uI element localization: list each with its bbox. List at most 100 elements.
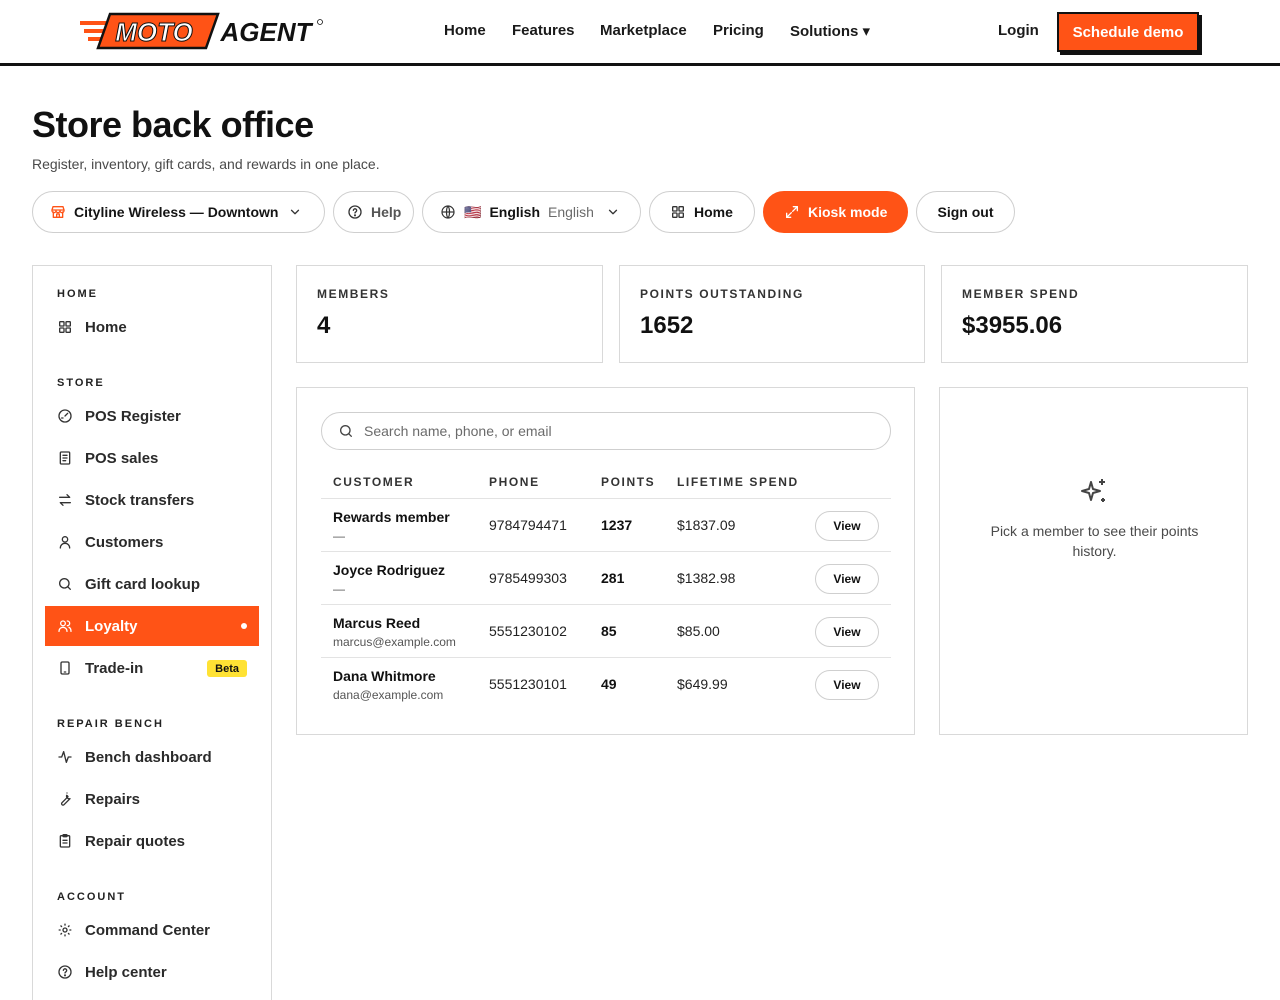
view-button[interactable]: View xyxy=(815,511,879,541)
sidebar-item-label: Repair quotes xyxy=(85,832,186,850)
clipboard-icon xyxy=(59,834,71,848)
table-row[interactable]: Rewards member — 9784794471 1237 $1837.0… xyxy=(321,499,891,552)
view-button[interactable]: View xyxy=(815,670,879,700)
flag-icon: 🇺🇸 xyxy=(464,203,482,220)
column-header-phone: PHONE xyxy=(489,475,540,489)
schedule-demo-button[interactable]: Schedule demo xyxy=(1057,12,1199,52)
sidebar-item-stock-transfers[interactable]: Stock transfers xyxy=(45,480,259,520)
sidebar-item-repair-quotes[interactable]: Repair quotes xyxy=(45,821,259,861)
chevron-down-icon xyxy=(291,209,300,215)
sidebar: HOME Home STORE POS Register POS sales S… xyxy=(32,265,272,1000)
stat-value: 1652 xyxy=(640,312,694,339)
customer-name: Dana Whitmore xyxy=(333,668,436,684)
stat-label: MEMBERS xyxy=(317,287,390,301)
nav-marketplace[interactable]: Marketplace xyxy=(600,22,687,39)
help-circle-icon xyxy=(58,965,72,979)
globe-icon xyxy=(441,205,455,219)
sidebar-item-label: Home xyxy=(85,318,127,336)
home-button-label: Home xyxy=(694,204,733,220)
sidebar-section-store: STORE xyxy=(57,377,105,389)
phone-icon xyxy=(60,661,70,675)
gear-icon xyxy=(58,923,72,937)
sidebar-item-label: Loyalty xyxy=(85,617,138,635)
grid-icon xyxy=(59,321,71,333)
language-english: English xyxy=(548,204,594,220)
nav-solutions-dropdown[interactable]: Solutions ▾ xyxy=(790,22,870,40)
customer-name: Marcus Reed xyxy=(333,615,421,631)
sidebar-item-command-center[interactable]: Command Center xyxy=(45,910,259,950)
sidebar-item-pos-register[interactable]: POS Register xyxy=(45,396,259,436)
column-header-lifetime-spend: LIFETIME SPEND xyxy=(677,475,799,489)
view-button[interactable]: View xyxy=(815,564,879,594)
nav-home[interactable]: Home xyxy=(444,22,486,39)
top-navbar: MOTO AGENT Home Features Marketplace Pri… xyxy=(0,0,1280,66)
stat-value: $3955.06 xyxy=(962,312,1063,339)
customer-points: 49 xyxy=(601,676,617,692)
sidebar-item-repairs[interactable]: Repairs xyxy=(45,779,259,819)
activity-icon xyxy=(58,751,72,763)
customer-name: Joyce Rodriguez xyxy=(333,562,446,578)
sparkles-icon xyxy=(1081,479,1105,502)
table-row[interactable]: Marcus Reed marcus@example.com 555123010… xyxy=(321,605,891,658)
sidebar-item-label: POS sales xyxy=(85,449,159,467)
sign-out-button[interactable]: Sign out xyxy=(916,191,1015,233)
member-detail-panel: Pick a member to see their points histor… xyxy=(939,387,1248,735)
customer-phone: 5551230102 xyxy=(489,623,567,639)
view-button[interactable]: View xyxy=(815,617,879,647)
sidebar-item-label: Gift card lookup xyxy=(85,575,201,593)
svg-text:MOTO: MOTO xyxy=(115,17,193,47)
nav-pricing[interactable]: Pricing xyxy=(713,22,764,39)
beta-badge: Beta xyxy=(207,660,247,677)
customer-name: Rewards member xyxy=(333,509,450,525)
sidebar-item-label: Help center xyxy=(85,963,167,981)
store-selector[interactable]: Cityline Wireless — Downtown xyxy=(32,191,325,233)
customer-email: — xyxy=(333,529,345,543)
customer-points: 85 xyxy=(601,623,617,639)
gauge-icon xyxy=(58,409,72,423)
arrows-icon xyxy=(59,494,71,506)
stat-card-members: MEMBERS 4 xyxy=(296,265,603,363)
sidebar-item-customers[interactable]: Customers xyxy=(45,522,259,562)
column-header-points: POINTS xyxy=(601,475,656,489)
help-button[interactable]: Help xyxy=(333,191,414,233)
sidebar-item-help-center[interactable]: Help center xyxy=(45,952,259,992)
help-circle-icon xyxy=(348,205,362,219)
kiosk-mode-label: Kiosk mode xyxy=(808,204,888,220)
customer-phone: 9785499303 xyxy=(489,570,567,586)
nav-features[interactable]: Features xyxy=(512,22,575,39)
motoagent-logo[interactable]: MOTO AGENT xyxy=(80,12,324,52)
users-icon xyxy=(58,620,72,632)
language-selector[interactable]: 🇺🇸 English English xyxy=(422,191,641,233)
kiosk-mode-button[interactable]: Kiosk mode xyxy=(763,191,908,233)
stat-label: MEMBER SPEND xyxy=(962,287,1080,301)
search-icon xyxy=(58,578,71,590)
sidebar-item-trade-in[interactable]: Trade-in Beta xyxy=(45,648,259,688)
chevron-down-icon xyxy=(608,209,618,215)
customer-email: marcus@example.com xyxy=(333,635,456,649)
home-button[interactable]: Home xyxy=(649,191,755,233)
sidebar-item-label: Stock transfers xyxy=(85,491,195,509)
grid-icon xyxy=(672,206,684,218)
sidebar-item-label: Repairs xyxy=(85,790,141,808)
table-row[interactable]: Joyce Rodriguez — 9785499303 281 $1382.9… xyxy=(321,552,891,605)
sidebar-section-home: HOME xyxy=(57,288,98,300)
sidebar-item-bench-dashboard[interactable]: Bench dashboard xyxy=(45,737,259,777)
member-search-input[interactable]: Search name, phone, or email xyxy=(321,412,891,450)
sidebar-item-loyalty[interactable]: Loyalty xyxy=(45,606,259,646)
sidebar-item-home[interactable]: Home xyxy=(45,307,259,347)
receipt-icon xyxy=(59,451,71,465)
nav-login[interactable]: Login xyxy=(998,22,1039,39)
stat-card-points-outstanding: POINTS OUTSTANDING 1652 xyxy=(619,265,925,363)
table-row[interactable]: Dana Whitmore dana@example.com 555123010… xyxy=(321,658,891,711)
language-native: English xyxy=(489,204,540,220)
page-subtitle: Register, inventory, gift cards, and rew… xyxy=(32,156,380,172)
column-header-customer: CUSTOMER xyxy=(333,475,415,489)
sidebar-item-label: Command Center xyxy=(85,921,211,939)
sidebar-item-pos-sales[interactable]: POS sales xyxy=(45,438,259,478)
stat-value: 4 xyxy=(317,312,331,339)
store-icon xyxy=(51,206,65,218)
page-title: Store back office xyxy=(32,104,314,145)
user-icon xyxy=(59,536,71,549)
sidebar-item-gift-card-lookup[interactable]: Gift card lookup xyxy=(45,564,259,604)
sidebar-item-label: Bench dashboard xyxy=(85,748,212,766)
